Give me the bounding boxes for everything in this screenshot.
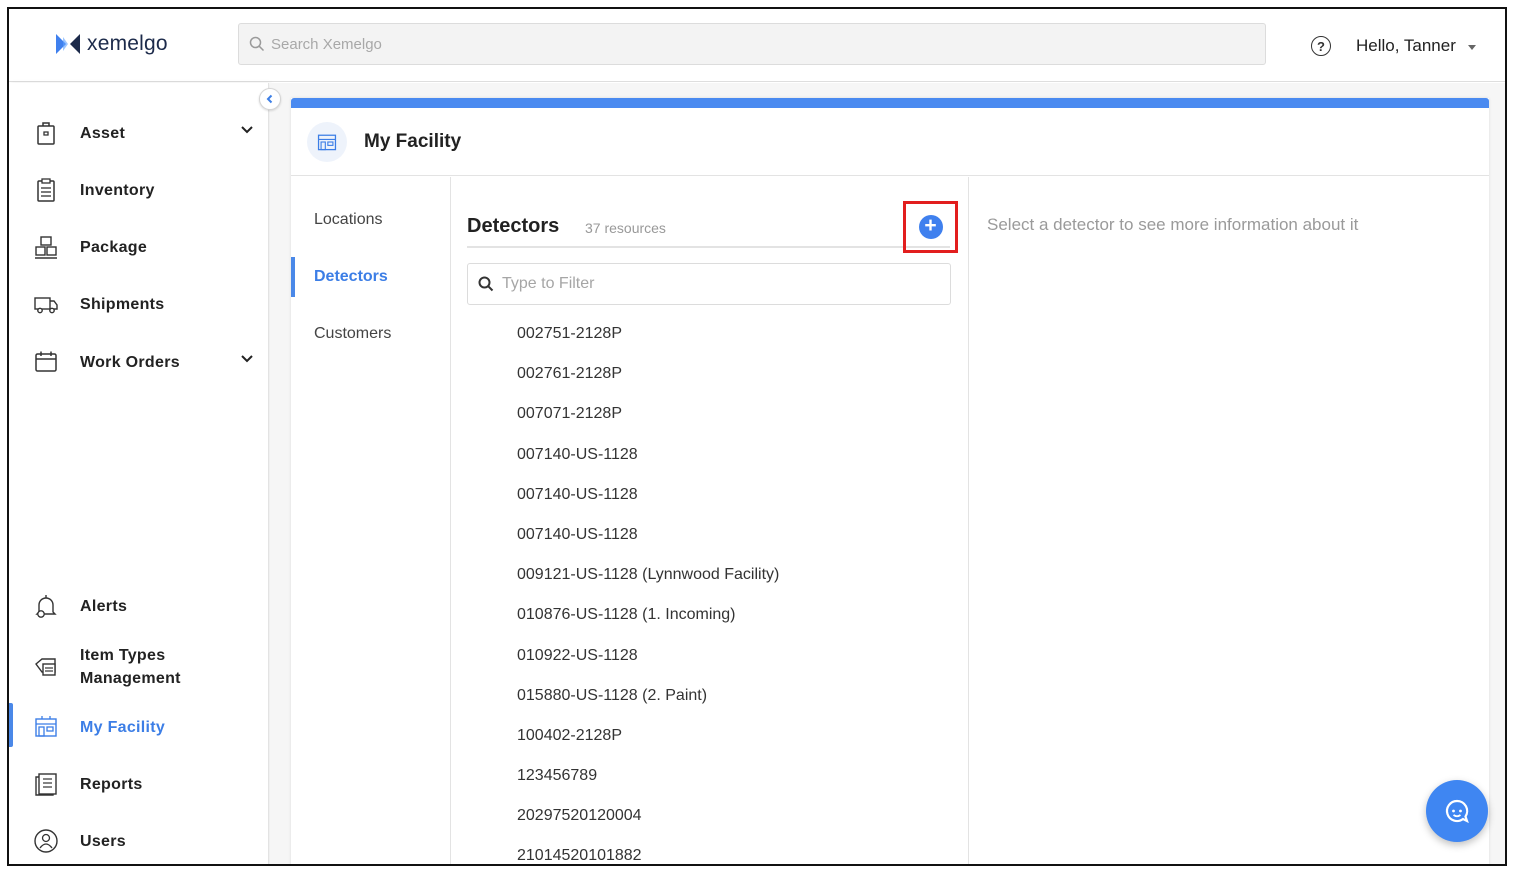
list-item[interactable]: 009121-US-1128 (Lynnwood Facility) [451, 555, 968, 595]
sidebar-item-shipments[interactable]: Shipments [9, 284, 269, 324]
chevron-down-icon[interactable] [241, 355, 253, 363]
facility-icon [307, 122, 347, 162]
list-item[interactable]: 007071-2128P [451, 394, 968, 434]
sidebar-item-work-orders[interactable]: Work Orders [9, 342, 269, 382]
empty-detail-message: Select a detector to see more informatio… [987, 215, 1359, 234]
facility-subnav: Locations Detectors Customers [291, 177, 451, 864]
search-input[interactable] [271, 35, 1237, 53]
facility-icon [33, 714, 59, 740]
sidebar-item-package[interactable]: Package [9, 227, 269, 267]
sidebar-item-label: Package [80, 238, 148, 256]
detector-list-panel: Detectors 37 resources + 002751-2128P 00… [451, 177, 969, 864]
search-icon [478, 276, 494, 292]
collapse-sidebar-button[interactable] [259, 88, 281, 110]
sidebar-item-item-types-management[interactable]: Item Types Management [9, 644, 269, 690]
users-icon [33, 828, 59, 854]
user-menu-caret-icon[interactable] [1468, 45, 1476, 50]
asset-icon [33, 120, 59, 146]
package-icon [33, 234, 59, 260]
chat-button[interactable] [1426, 780, 1488, 842]
sidebar-item-my-facility[interactable]: My Facility [9, 703, 269, 747]
calendar-icon [33, 349, 59, 375]
top-bar: xemelgo ? Hello, Tanner [9, 9, 1505, 82]
reports-icon [33, 771, 59, 797]
sidebar-item-label: Alerts [80, 597, 128, 615]
sidebar-item-label: Reports [80, 775, 143, 793]
filter-box[interactable] [467, 263, 951, 305]
sidebar-item-label: My Facility [80, 718, 166, 736]
truck-icon [33, 291, 59, 317]
sidebar-item-label: Work Orders [80, 353, 180, 371]
chevron-down-icon[interactable] [241, 126, 253, 134]
item-types-icon [33, 654, 59, 680]
sidebar-item-label-line2: Management [80, 670, 181, 687]
list-item[interactable]: 123456789 [451, 756, 968, 796]
list-item[interactable]: 002761-2128P [451, 354, 968, 394]
list-title: Detectors [467, 215, 560, 237]
help-icon[interactable]: ? [1311, 36, 1331, 56]
add-detector-highlight: + [903, 201, 958, 253]
list-item[interactable]: 007140-US-1128 [451, 515, 968, 555]
add-detector-button[interactable]: + [918, 215, 943, 239]
search-icon [249, 36, 265, 52]
subnav-item-locations[interactable]: Locations [291, 200, 451, 240]
card-accent-strip [291, 98, 1489, 108]
list-item[interactable]: 015880-US-1128 (2. Paint) [451, 676, 968, 716]
subnav-item-customers[interactable]: Customers [291, 314, 451, 354]
xemelgo-logo-icon [56, 34, 80, 54]
sidebar-item-label: Asset [80, 124, 126, 142]
list-item[interactable]: 010922-US-1128 [451, 636, 968, 676]
bell-icon [33, 593, 59, 619]
sidebar: Asset Inventory Package Shipments Work O… [9, 83, 269, 864]
sidebar-item-reports[interactable]: Reports [9, 764, 269, 804]
sidebar-item-label-line1: Item Types [80, 647, 166, 664]
facility-card: My Facility Locations Detectors Customer… [291, 98, 1489, 864]
chevron-left-icon [266, 94, 273, 104]
sidebar-item-label: Inventory [80, 181, 155, 199]
sidebar-item-label: Shipments [80, 295, 165, 313]
sidebar-item-label: Users [80, 832, 126, 850]
app-window: xemelgo ? Hello, Tanner Asset Inventory [7, 7, 1507, 866]
inventory-icon [33, 177, 59, 203]
sidebar-item-alerts[interactable]: Alerts [9, 586, 269, 626]
list-item[interactable]: 002751-2128P [451, 314, 968, 354]
list-item[interactable]: 007140-US-1128 [451, 475, 968, 515]
user-greeting[interactable]: Hello, Tanner [1356, 36, 1456, 56]
sidebar-item-inventory[interactable]: Inventory [9, 170, 269, 210]
detector-detail-panel: Select a detector to see more informatio… [970, 177, 1489, 864]
global-search[interactable] [238, 23, 1266, 65]
list-item[interactable]: 007140-US-1128 [451, 435, 968, 475]
logo-text: xemelgo [87, 32, 168, 55]
subnav-item-detectors[interactable]: Detectors [291, 257, 451, 297]
detector-list: 002751-2128P 002761-2128P 007071-2128P 0… [451, 314, 968, 864]
chat-icon [1445, 799, 1469, 824]
sidebar-item-asset[interactable]: Asset [9, 113, 269, 153]
sidebar-item-users[interactable]: Users [9, 821, 269, 861]
sidebar-item-label: Item Types Management [80, 644, 181, 690]
list-header: Detectors 37 resources [467, 205, 950, 248]
filter-input[interactable] [502, 275, 927, 293]
list-item[interactable]: 100402-2128P [451, 716, 968, 756]
resource-count: 37 resources [585, 220, 666, 236]
list-item[interactable]: 010876-US-1128 (1. Incoming) [451, 595, 968, 635]
list-item[interactable]: 21014520101882 [451, 836, 968, 864]
card-header: My Facility [291, 108, 1489, 176]
page-title: My Facility [364, 131, 462, 152]
list-item[interactable]: 20297520120004 [451, 796, 968, 836]
xemelgo-logo[interactable]: xemelgo [55, 31, 168, 57]
